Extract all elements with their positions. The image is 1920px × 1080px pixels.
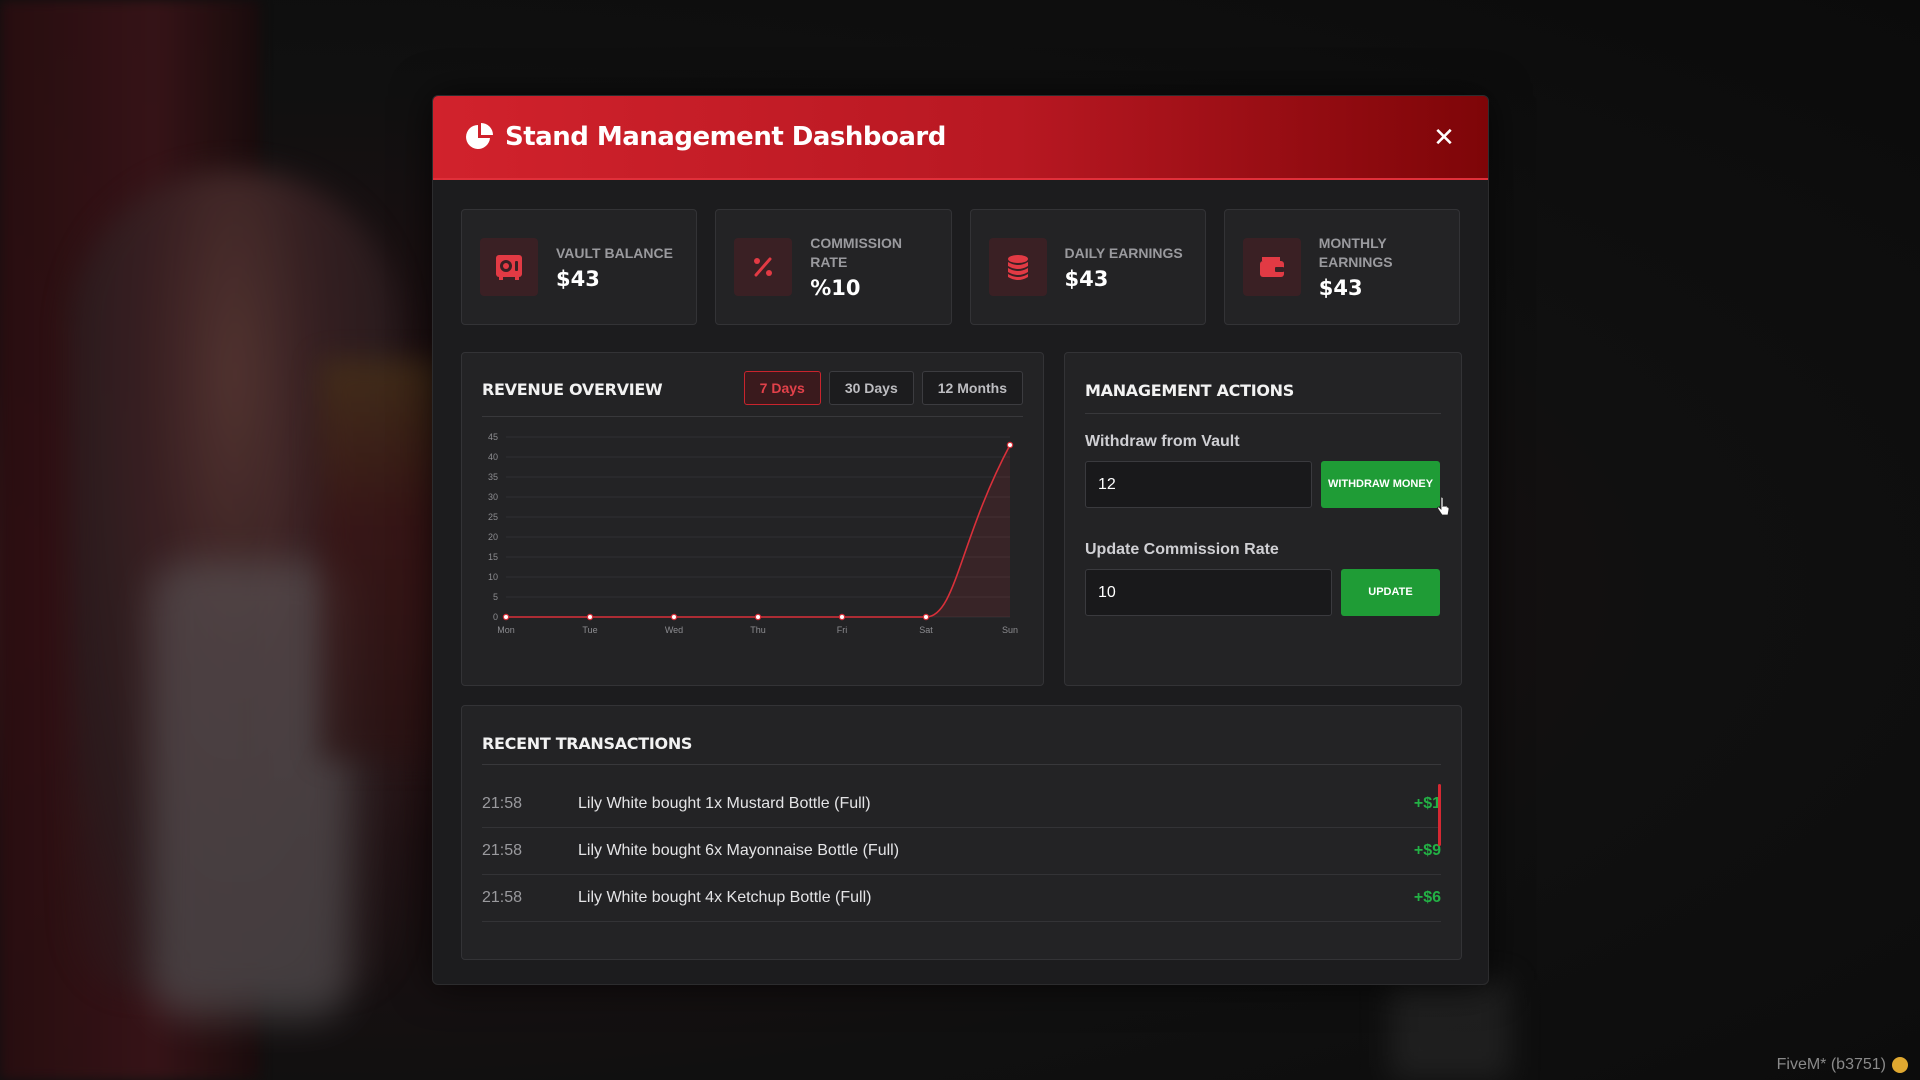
close-button[interactable]: ✕ — [1428, 122, 1460, 154]
background-object — [1390, 980, 1510, 1080]
y-tick-label: 30 — [488, 492, 498, 502]
transaction-row: 21:58 Lily White bought 4x Ketchup Bottl… — [482, 875, 1441, 922]
commission-label: Update Commission Rate — [1085, 541, 1279, 558]
data-point — [1006, 441, 1014, 449]
y-tick-label: 15 — [488, 552, 498, 562]
revenue-line-chart: 0 5 10 15 20 25 30 35 40 45 Mon Tue Wed Thu Fri Sat Sun — [488, 432, 1018, 635]
transaction-amount: +$6 — [1413, 889, 1441, 906]
area-fill — [506, 445, 1010, 617]
y-tick-label: 35 — [488, 472, 498, 482]
x-tick-label: Sun — [1002, 625, 1018, 635]
stat-label: VAULT BALANCE — [556, 244, 673, 261]
stat-card-vault-balance: VAULT BALANCE $43 — [461, 209, 698, 325]
update-commission-button[interactable]: UPDATE — [1341, 569, 1440, 616]
stat-value: %10 — [810, 276, 861, 300]
stat-value: $43 — [556, 266, 600, 291]
recent-transactions-panel: RECENT TRANSACTIONS 21:58 Lily White bou… — [461, 705, 1462, 960]
tab-7-days[interactable]: 7 Days — [743, 371, 821, 405]
transaction-description: Lily White bought 1x Mustard Bottle (Ful… — [578, 795, 871, 812]
transaction-time: 21:58 — [482, 842, 523, 859]
fivem-logo-icon — [1892, 1057, 1908, 1073]
transaction-time: 21:58 — [482, 795, 523, 812]
data-point — [586, 613, 594, 621]
data-point — [922, 613, 930, 621]
stat-label: MONTHLY EARNINGS — [1318, 235, 1393, 270]
y-tick-label: 25 — [488, 512, 498, 522]
revenue-chart: 0 5 10 15 20 25 30 35 40 45 Mon Tue Wed Thu Fri Sat Sun — [476, 427, 1031, 677]
y-tick-label: 0 — [493, 612, 498, 622]
data-point — [502, 613, 510, 621]
x-tick-label: Sat — [919, 625, 933, 635]
recent-transactions-title: RECENT TRANSACTIONS — [482, 734, 693, 753]
y-tick-label: 10 — [488, 572, 498, 582]
series-line — [505, 444, 1011, 618]
data-point — [838, 613, 846, 621]
stat-card-daily-earnings: DAILY EARNINGS $43 — [969, 209, 1206, 325]
stat-label: DAILY EARNINGS — [1064, 244, 1183, 261]
x-tick-label: Mon — [497, 625, 515, 635]
pie-chart-icon — [463, 121, 495, 153]
percent-icon — [734, 238, 793, 296]
x-tick-label: Thu — [750, 625, 766, 635]
management-actions-title: MANAGEMENT ACTIONS — [1085, 381, 1294, 400]
stat-card-monthly-earnings: MONTHLY EARNINGS $43 — [1223, 209, 1460, 325]
transaction-list: 21:58 Lily White bought 1x Mustard Bottl… — [482, 781, 1441, 922]
stat-value: $43 — [1064, 266, 1109, 291]
transaction-row: 21:58 Lily White bought 6x Mayonnaise Bo… — [482, 828, 1441, 875]
wallet-icon — [1242, 238, 1301, 296]
x-tick-label: Wed — [665, 625, 683, 635]
y-tick-label: 45 — [488, 432, 498, 442]
modal-title: Stand Management Dashboard — [505, 122, 946, 152]
dashboard-modal: Stand Management Dashboard ✕ VAULT BALAN… — [432, 95, 1489, 985]
watermark-text: FiveM* (b3751) — [1776, 1056, 1886, 1073]
transaction-amount: +$1 — [1413, 795, 1441, 812]
stats-row: VAULT BALANCE $43 COMMISSION RATE %10 DA… — [461, 209, 1460, 325]
revenue-header: REVENUE OVERVIEW 7 Days 30 Days 12 Month… — [482, 353, 1023, 417]
modal-header: Stand Management Dashboard ✕ — [433, 96, 1488, 180]
vault-icon — [480, 238, 538, 296]
withdraw-money-button[interactable]: WITHDRAW MONEY — [1321, 461, 1440, 508]
y-tick-label: 40 — [488, 452, 498, 462]
transaction-amount: +$9 — [1413, 842, 1441, 859]
tab-30-days[interactable]: 30 Days — [828, 371, 914, 405]
withdraw-amount-input[interactable] — [1085, 461, 1312, 508]
divider — [482, 764, 1441, 765]
revenue-title: REVENUE OVERVIEW — [482, 380, 663, 399]
scrollbar-thumb[interactable] — [1438, 784, 1441, 846]
stat-label: COMMISSION RATE — [810, 235, 903, 270]
transaction-description: Lily White bought 4x Ketchup Bottle (Ful… — [578, 889, 872, 906]
stat-value: $43 — [1318, 276, 1363, 300]
x-tick-label: Fri — [837, 625, 848, 635]
mouse-cursor-icon — [1437, 497, 1450, 516]
commission-rate-input[interactable] — [1085, 569, 1332, 616]
data-point — [754, 613, 762, 621]
range-tabs: 7 Days 30 Days 12 Months — [743, 371, 1023, 405]
transaction-time: 21:58 — [482, 889, 523, 906]
transaction-row: 21:58 Lily White bought 1x Mustard Bottl… — [482, 781, 1441, 828]
coins-icon — [988, 238, 1047, 296]
background-stand — [320, 360, 450, 760]
data-point — [670, 613, 678, 621]
close-icon: ✕ — [1433, 123, 1455, 153]
y-tick-label: 20 — [488, 532, 498, 542]
x-tick-label: Tue — [582, 625, 597, 635]
stat-card-commission-rate: COMMISSION RATE %10 — [715, 209, 952, 325]
tab-12-months[interactable]: 12 Months — [921, 371, 1023, 405]
transaction-description: Lily White bought 6x Mayonnaise Bottle (… — [578, 842, 900, 859]
management-actions-panel: MANAGEMENT ACTIONS Withdraw from Vault W… — [1064, 352, 1462, 686]
revenue-overview-panel: REVENUE OVERVIEW 7 Days 30 Days 12 Month… — [461, 352, 1044, 686]
withdraw-label: Withdraw from Vault — [1085, 433, 1240, 450]
y-tick-label: 5 — [493, 592, 498, 602]
divider — [1085, 413, 1441, 414]
fivem-watermark: FiveM* (b3751) — [1777, 1056, 1908, 1074]
